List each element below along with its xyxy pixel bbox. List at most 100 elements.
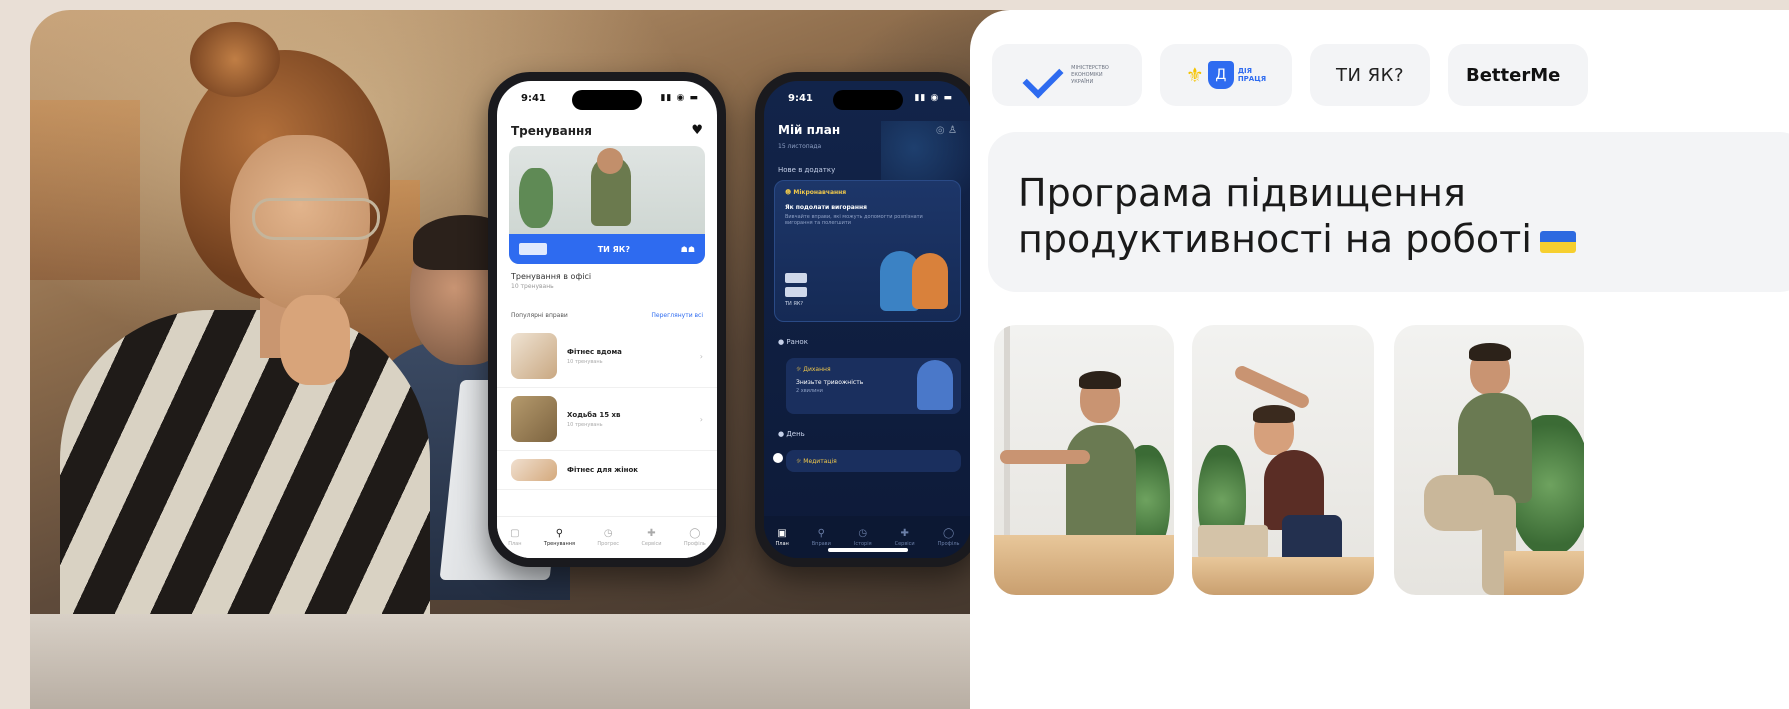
shield-icon: Д [1207,61,1234,89]
status-time: 9:41 [788,92,813,104]
list-item-title: Фітнес для жінок [567,466,639,474]
tab-exercises[interactable]: ⚲ Вправи [812,528,831,547]
card-title: Як подолати вигорання [785,204,867,211]
tab-label: Історія [853,540,872,547]
person-hair [1079,371,1121,389]
ministry-check-icon [1025,63,1063,87]
partner-logos: МІНІСТЕРСТВО ЕКОНОМІКИ УКРАЇНИ ⚜ Д ДІЯ П… [992,44,1588,106]
list-item-meta: 10 тренувань [567,421,603,428]
phone-workouts: 9:41 ▮▮ ◉ ▬ Тренування ♥ ТИ ЯК? ☗☗ Трену… [488,72,726,567]
tab-label: Профіль [937,540,960,547]
list-item[interactable]: Фітнес вдома 10 тренувань › [497,325,717,388]
see-all-link[interactable]: Переглянути всі [651,312,703,319]
desk [1504,551,1584,595]
gov-line: ПРАЦЯ [1237,75,1267,83]
section-header: Популярні вправи Переглянути всі [497,290,717,325]
headline-line-1: Програма підвищення [1018,171,1466,215]
plan-icon: ▢ [510,528,520,539]
betterme-logo: BetterMe [1448,44,1588,106]
list-thumb [511,459,557,481]
tab-label: Тренування [543,541,575,547]
tab-workouts[interactable]: ⚲ Тренування [544,528,575,547]
tab-profile[interactable]: ◯ Профіль [938,528,960,547]
section-day: ● День [778,430,805,438]
tab-profile[interactable]: ◯ Профіль [684,528,706,547]
exercise-photo-arm-stretch [994,325,1174,595]
illustration-stressed [917,360,953,410]
card-tag: ☼ Медитація [796,458,837,465]
clock-icon: ◷ [603,528,613,539]
headline-line-2: продуктивності на роботі [1018,217,1532,261]
tab-plan[interactable]: ▢ План [508,528,521,547]
tab-label: Сервіси [894,540,915,547]
tab-services[interactable]: ✚ Сервіси [895,528,915,547]
tab-services[interactable]: ✚ Сервіси [641,528,661,547]
clock-icon: ◷ [858,527,868,539]
tab-bar: ▢ План ⚲ Тренування ◷ Прогрес ✚ Сервіси ◯ Про… [497,516,717,558]
timeline-check-icon [773,453,783,463]
ministry-line: МІНІСТЕРСТВО [1071,64,1109,71]
glasses [252,198,380,240]
list-item[interactable]: Ходьба 15 хв 10 тренувань › [497,388,717,451]
phone-screen-light: 9:41 ▮▮ ◉ ▬ Тренування ♥ ТИ ЯК? ☗☗ Трену… [497,81,717,558]
tab-label: Прогрес [597,541,620,547]
laptop [1198,525,1268,559]
person-arm [1000,450,1090,464]
list-thumb [511,396,557,442]
tab-label: План [775,540,789,547]
list-item-title: Фітнес вдома [567,347,622,356]
ministry-logo-icon [785,273,807,283]
plan-icon: ▣ [777,527,787,539]
person-arm [1232,363,1312,411]
signal-battery-icon: ▮▮ ◉ ▬ [914,93,953,103]
tab-progress[interactable]: ◷ Прогрес [597,528,619,547]
tiyak-wordmark: ТИ ЯК? [1335,64,1405,86]
band-brand: ТИ ЯК? [597,244,630,254]
phone-my-plan: 9:41 ▮▮ ◉ ▬ Мій план ◎ ♙ 15 листопада Но… [755,72,980,567]
gov-line: ДІЯ [1237,67,1253,75]
signal-battery-icon: ▮▮ ◉ ▬ [660,93,699,103]
breathing-card[interactable]: ☼ Дихання Знизьте тривожність 2 хвилини [786,358,961,414]
dumbbell-icon: ⚲ [817,527,825,539]
person-hair [1469,343,1511,361]
card-man-head [597,148,623,174]
card-text: Вивчайте вправи, які можуть допомогти ро… [785,214,923,226]
section-title: Популярні вправи [511,312,568,319]
card-meta: 10 тренувань [511,283,554,290]
person-hair [1253,405,1295,423]
card-tag: ☻ Мікронавчання [785,189,847,196]
card-title: Тренування в офісі [511,272,592,281]
shield-logo-icon [785,287,807,297]
woman-hair-bun [190,22,280,97]
workout-card[interactable]: ТИ ЯК? ☗☗ [509,146,705,264]
list-thumb [511,333,557,379]
ministry-line: ЕКОНОМІКИ [1071,71,1103,78]
desk [994,535,1174,595]
home-indicator [827,548,908,552]
section-morning: ● Ранок [778,338,808,346]
ukraine-flag-icon [1539,230,1576,253]
plus-icon: ✚ [647,528,656,539]
ministry-economy-logo: МІНІСТЕРСТВО ЕКОНОМІКИ УКРАЇНИ [992,44,1142,106]
ministry-logo-icon [519,243,547,255]
plant [519,168,553,228]
desk [30,614,1105,709]
list-item[interactable]: Фітнес для жінок [497,451,717,490]
tab-history[interactable]: ◷ Історія [854,528,872,547]
tryzub-icon: ⚜ [1185,63,1204,87]
list-item-title: Ходьба 15 хв [567,410,621,419]
program-panel: МІНІСТЕРСТВО ЕКОНОМІКИ УКРАЇНИ ⚜ Д ДІЯ П… [970,10,1789,709]
chevron-right-icon: › [699,414,703,424]
dynamic-island [572,90,642,110]
meditation-card[interactable]: ☼ Медитація [786,450,961,472]
betterme-wordmark: BetterMe [1466,64,1561,86]
burnout-card[interactable]: ☻ Мікронавчання Як подолати вигорання Ви… [774,180,961,322]
heart-icon[interactable]: ♥ [691,123,703,138]
dumbbell-icon: ⚲ [555,528,564,539]
ministry-line: УКРАЇНИ [1071,78,1094,85]
card-logos: ТИ ЯК? [785,273,807,307]
tab-plan[interactable]: ▣ План [775,528,788,547]
bookshelf-left [30,100,140,280]
partner-band: ТИ ЯК? ☗☗ [509,234,705,264]
tab-label: Профіль [683,541,706,547]
